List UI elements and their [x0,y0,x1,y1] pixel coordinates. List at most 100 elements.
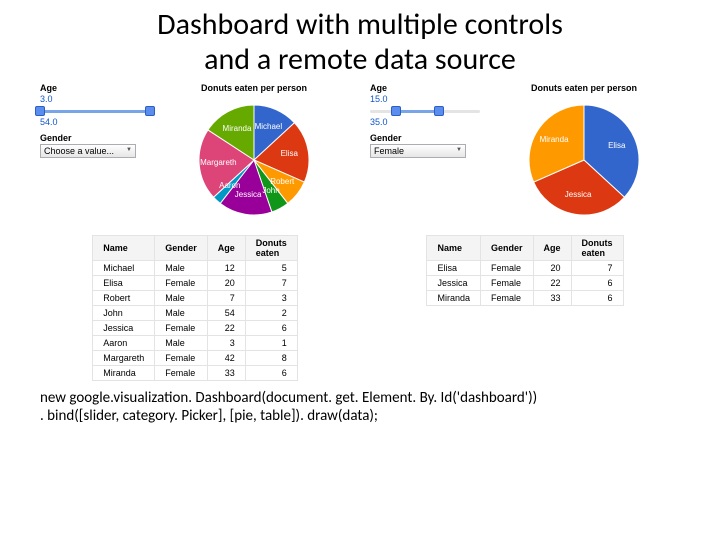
table-cell: Michael [93,261,155,276]
age-slider[interactable]: 3.0 54.0 [40,94,150,129]
table-row: MirandaFemale336 [427,291,623,306]
table-cell: Female [155,351,208,366]
pie-slice-label: Jessica [565,190,592,199]
table-row: AaronMale31 [93,336,298,351]
table-cell: 6 [571,291,623,306]
pie-slice-label: Miranda [540,135,569,144]
table-cell: 42 [207,351,245,366]
pie-slice-label: Elisa [281,149,298,158]
table-cell: 33 [533,291,571,306]
table-cell: 2 [245,306,297,321]
table-cell: Male [155,261,208,276]
dashboard-left: Age 3.0 54.0 Gender Choose a value. [40,83,350,381]
table-cell: Female [155,276,208,291]
gender-select-value: Choose a value... [44,146,114,156]
table-row: JessicaFemale226 [427,276,623,291]
table-cell: 7 [245,276,297,291]
table-header: Name [427,236,481,261]
table-row: MichaelMale125 [93,261,298,276]
table-cell: 12 [207,261,245,276]
table-cell: John [93,306,155,321]
gender-label: Gender [40,133,150,143]
table-cell: Aaron [93,336,155,351]
table-cell: Robert [93,291,155,306]
table-row: ElisaFemale207 [93,276,298,291]
table-cell: Male [155,291,208,306]
slider-handle-max[interactable] [145,106,155,116]
gender-select[interactable]: Female [370,144,466,158]
pie-slice-label: Aaron [219,181,240,190]
pie-slice-label: Robert [270,177,294,186]
slider-max-value: 54.0 [40,117,150,128]
table-cell: 8 [245,351,297,366]
table-header: Gender [155,236,208,261]
pie-slice-label: Michael [255,122,283,131]
table-cell: 6 [245,321,297,336]
age-label: Age [370,83,480,93]
table-cell: 7 [571,261,623,276]
pie-chart-title: Donuts eaten per person [531,83,637,93]
table-cell: Jessica [427,276,481,291]
table-row: MargarethFemale428 [93,351,298,366]
table-header: Age [207,236,245,261]
table-cell: Elisa [93,276,155,291]
table-cell: 6 [245,366,297,381]
table-cell: Female [480,261,533,276]
gender-select-value: Female [374,146,404,156]
pie-chart: Elisa Jessica Miranda [519,95,649,225]
table-cell: 5 [245,261,297,276]
slider-handle-min[interactable] [391,106,401,116]
pie-slice-label: Margareth [200,158,236,167]
pie-slice-label: Elisa [608,141,625,150]
table-header: Donutseaten [245,236,297,261]
table-cell: 6 [571,276,623,291]
table-row: MirandaFemale336 [93,366,298,381]
code-snippet: new google.visualization. Dashboard(docu… [40,389,680,425]
pie-slice-label: Miranda [223,124,252,133]
pie-slice-label: Jessica [235,190,262,199]
table-cell: Male [155,336,208,351]
table-row: JohnMale542 [93,306,298,321]
table-cell: Female [155,366,208,381]
table-row: JessicaFemale226 [93,321,298,336]
table-cell: 20 [533,261,571,276]
table-cell: 54 [207,306,245,321]
age-slider[interactable]: 15.0 35.0 [370,94,480,129]
table-header: Gender [480,236,533,261]
table-cell: 3 [207,336,245,351]
data-table: NameGenderAgeDonutseatenElisaFemale207Je… [426,235,623,306]
gender-label: Gender [370,133,480,143]
table-cell: 7 [207,291,245,306]
table-cell: 3 [245,291,297,306]
table-row: ElisaFemale207 [427,261,623,276]
pie-slice-label: John [262,186,279,195]
slider-min-value: 3.0 [40,94,150,105]
pie-chart-title: Donuts eaten per person [201,83,307,93]
table-cell: Female [480,291,533,306]
gender-select[interactable]: Choose a value... [40,144,136,158]
table-cell: Miranda [93,366,155,381]
table-cell: 1 [245,336,297,351]
slider-min-value: 15.0 [370,94,480,105]
table-cell: Female [480,276,533,291]
table-header: Age [533,236,571,261]
table-header: Donutseaten [571,236,623,261]
table-cell: Margareth [93,351,155,366]
table-header: Name [93,236,155,261]
slider-handle-min[interactable] [35,106,45,116]
slider-max-value: 35.0 [370,117,480,128]
table-cell: Miranda [427,291,481,306]
dashboard-right: Age 15.0 35.0 Gender Female [370,83,680,381]
table-cell: 22 [207,321,245,336]
table-cell: Jessica [93,321,155,336]
table-cell: 20 [207,276,245,291]
age-label: Age [40,83,150,93]
data-table: NameGenderAgeDonutseatenMichaelMale125El… [92,235,298,381]
table-row: RobertMale73 [93,291,298,306]
slide-title: Dashboard with multiple controls and a r… [40,8,680,77]
table-cell: Male [155,306,208,321]
pie-chart: Michael Elisa RobertJohnJessicaAaron Margar… [189,95,319,225]
table-cell: 22 [533,276,571,291]
slider-handle-max[interactable] [434,106,444,116]
table-cell: Elisa [427,261,481,276]
